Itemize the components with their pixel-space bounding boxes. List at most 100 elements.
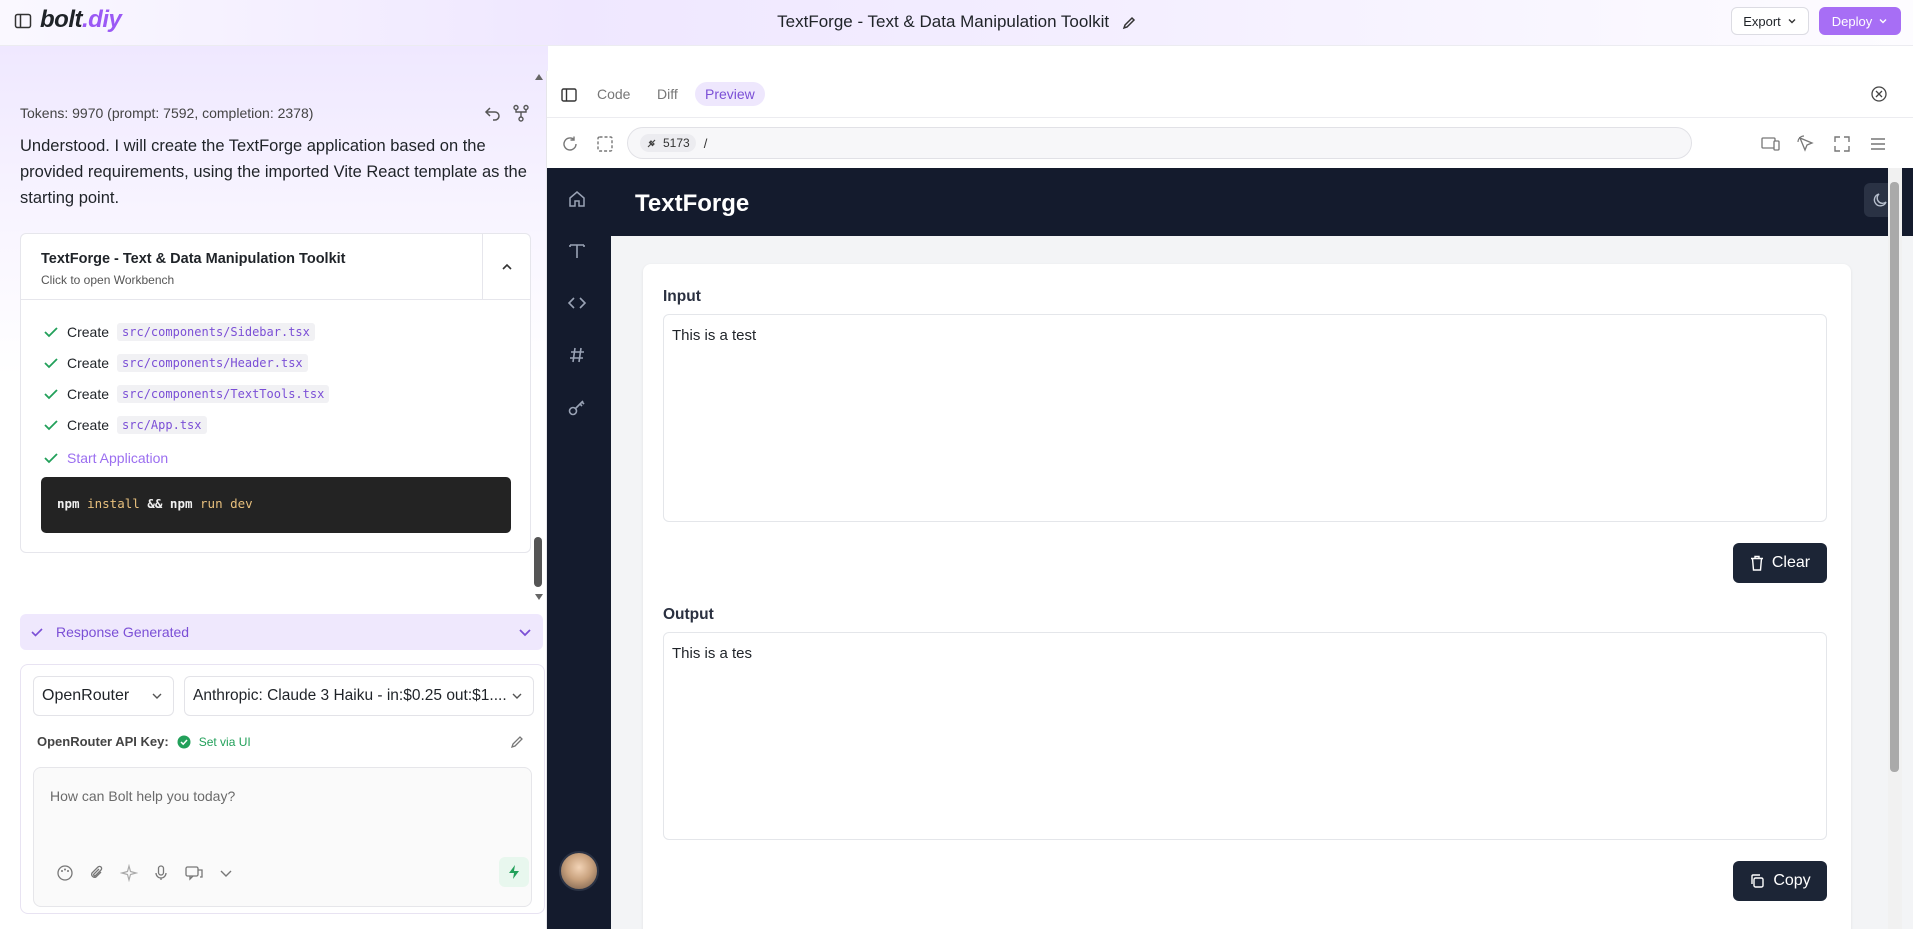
device-mode-icon[interactable]: [1761, 135, 1781, 153]
inspector-icon[interactable]: [1797, 135, 1815, 153]
provider-select[interactable]: OpenRouter: [33, 676, 174, 716]
step-item: Create src/components/Header.tsx: [43, 354, 308, 372]
step-action: Create: [67, 386, 110, 402]
check-icon: [44, 453, 58, 464]
send-button[interactable]: [499, 857, 529, 887]
key-icon[interactable]: [567, 397, 587, 417]
scroll-down-arrow-icon[interactable]: [535, 593, 543, 601]
undo-icon[interactable]: [484, 104, 502, 122]
chevron-down-icon: [152, 693, 162, 699]
tab-diff[interactable]: Diff: [647, 82, 688, 106]
export-button[interactable]: Export: [1731, 7, 1809, 35]
copy-button[interactable]: Copy: [1733, 861, 1827, 901]
fullscreen-icon[interactable]: [1833, 135, 1851, 153]
hash-icon[interactable]: [567, 345, 587, 365]
address-bar[interactable]: 5173 /: [627, 127, 1692, 159]
close-workbench-icon[interactable]: [1870, 85, 1888, 103]
api-key-status: Set via UI: [198, 734, 251, 749]
token-usage: Tokens: 9970 (prompt: 7592, completion: …: [20, 105, 314, 121]
palette-icon[interactable]: [56, 864, 74, 882]
provider-value: OpenRouter: [42, 687, 130, 704]
chat-scrollbar-thumb[interactable]: [534, 537, 542, 587]
model-select[interactable]: Anthropic: Claude 3 Haiku - in:$0.25 out…: [184, 676, 534, 716]
text-icon[interactable]: [567, 241, 587, 261]
step-file: src/components/Sidebar.tsx: [117, 323, 315, 341]
text-tools-card: Input This is a test Clear Output This i…: [643, 264, 1851, 929]
tab-code[interactable]: Code: [587, 82, 640, 106]
chevron-down-icon: [1788, 19, 1796, 24]
home-icon[interactable]: [567, 189, 587, 209]
discuss-icon[interactable]: [184, 864, 204, 882]
collapse-artifact-button[interactable]: [482, 234, 530, 300]
check-icon: [44, 327, 58, 338]
deploy-label: Deploy: [1831, 13, 1873, 29]
assistant-message: Understood. I will create the TextForge …: [20, 137, 527, 207]
plug-icon: [647, 139, 656, 148]
chevron-down-icon: [1879, 19, 1887, 24]
chevron-down-icon[interactable]: [218, 864, 234, 882]
export-label: Export: [1743, 13, 1781, 29]
workbench-panel: Code Diff Preview 5173 / TextForge Input…: [546, 71, 1913, 929]
tab-preview[interactable]: Preview: [695, 82, 765, 106]
check-icon: [44, 389, 58, 400]
reload-icon[interactable]: [561, 135, 579, 153]
check-circle-icon: [177, 735, 191, 748]
output-textarea[interactable]: This is a tes: [663, 632, 1827, 840]
app-header: TextForge: [611, 168, 1913, 236]
check-icon: [44, 420, 58, 431]
input-value: This is a test: [672, 327, 757, 344]
app-sidebar: [547, 168, 611, 929]
fork-icon[interactable]: [512, 104, 530, 122]
port-value: 5173: [663, 136, 690, 150]
code-icon[interactable]: [567, 293, 587, 313]
start-application-label: Start Application: [67, 450, 169, 466]
artifact-card: TextForge - Text & Data Manipulation Too…: [20, 233, 531, 553]
output-value: This is a tes: [672, 645, 753, 662]
artifact-subtitle: Click to open Workbench: [41, 273, 175, 287]
app-title: TextForge: [635, 190, 750, 217]
chat-placeholder: How can Bolt help you today?: [50, 788, 236, 804]
step-file: src/components/Header.tsx: [117, 354, 308, 372]
clear-label: Clear: [1771, 554, 1811, 571]
edit-api-key-icon[interactable]: [510, 735, 524, 749]
select-element-icon[interactable]: [596, 135, 614, 153]
edit-pencil-icon[interactable]: [1122, 16, 1136, 30]
chevron-up-icon: [501, 263, 512, 270]
input-label: Input: [663, 288, 701, 305]
menu-icon[interactable]: [1869, 135, 1887, 153]
step-action: Create: [67, 417, 110, 433]
model-value: Anthropic: Claude 3 Haiku - in:$0.25 out…: [193, 687, 507, 704]
step-start-application: Start Application: [43, 450, 168, 466]
preview-frame: TextForge Input This is a test Clear Out…: [547, 168, 1913, 929]
api-key-label: OpenRouter API Key:: [37, 734, 169, 749]
copy-label: Copy: [1773, 872, 1811, 889]
chat-textarea[interactable]: How can Bolt help you today?: [33, 767, 532, 907]
workbench-tabs: Code Diff Preview: [547, 71, 1913, 118]
chat-input-box: OpenRouter Anthropic: Claude 3 Haiku - i…: [20, 664, 545, 914]
artifact-header[interactable]: TextForge - Text & Data Manipulation Too…: [21, 234, 530, 300]
cmd-npm: npm: [169, 496, 193, 511]
scroll-up-arrow-icon[interactable]: [535, 73, 543, 81]
microphone-icon[interactable]: [152, 864, 170, 882]
output-label: Output: [663, 606, 714, 623]
check-icon: [31, 628, 43, 637]
input-textarea[interactable]: This is a test: [663, 314, 1827, 522]
enhance-prompt-icon[interactable]: [120, 864, 138, 882]
step-action: Create: [67, 355, 110, 371]
avatar[interactable]: [559, 851, 599, 891]
sidebar-toggle-icon[interactable]: [561, 87, 577, 103]
deploy-button[interactable]: Deploy: [1819, 7, 1901, 35]
bolt-icon: [509, 865, 519, 879]
copy-icon: [1751, 874, 1765, 888]
trash-icon: [1750, 555, 1763, 571]
project-title-text: TextForge - Text & Data Manipulation Too…: [777, 12, 1110, 31]
step-action: Create: [67, 324, 110, 340]
attach-icon[interactable]: [88, 864, 106, 882]
preview-scrollbar-thumb[interactable]: [1890, 182, 1899, 772]
response-status-text: Response Generated: [56, 624, 190, 640]
clear-button[interactable]: Clear: [1733, 543, 1827, 583]
cmd-install: install: [87, 496, 140, 511]
cmd-and: &&: [147, 496, 163, 511]
response-status-bar[interactable]: Response Generated: [20, 614, 543, 650]
port-selector[interactable]: 5173: [640, 134, 696, 152]
